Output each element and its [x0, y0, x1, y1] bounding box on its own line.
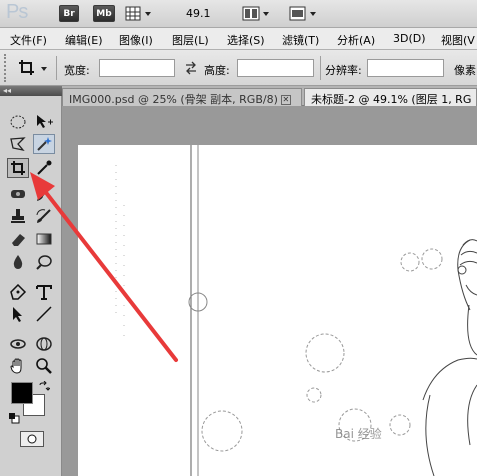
annotation-arrow	[30, 172, 178, 362]
watermark: Bai 经验	[335, 427, 382, 441]
